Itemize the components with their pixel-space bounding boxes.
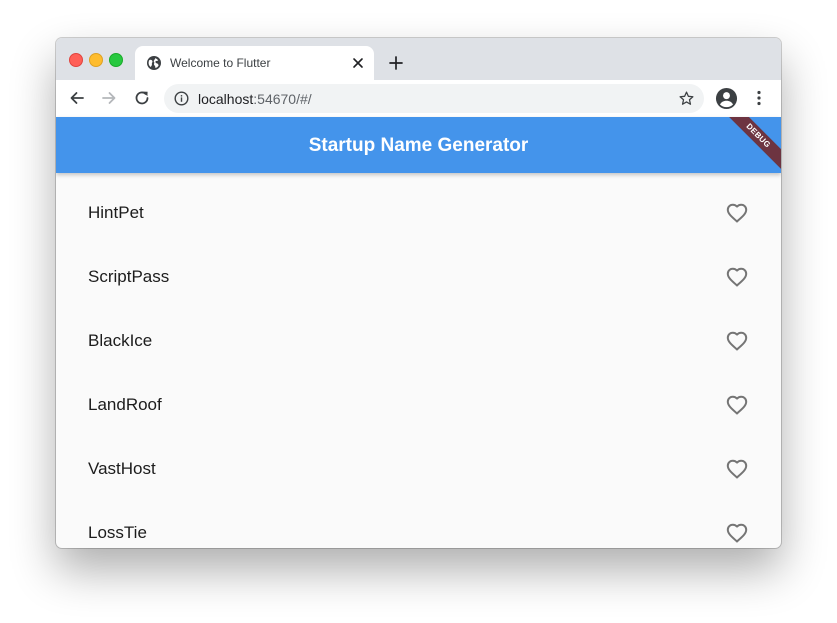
browser-toolbar: localhost:54670/#/ bbox=[56, 80, 781, 118]
list-item-label: LandRoof bbox=[88, 395, 162, 414]
tab-strip: Welcome to Flutter bbox=[56, 38, 781, 80]
list-item[interactable]: ScriptPass bbox=[56, 245, 781, 309]
globe-icon bbox=[147, 56, 161, 70]
url-text: localhost:54670/#/ bbox=[198, 91, 312, 107]
list-item-label: BlackIce bbox=[88, 331, 153, 350]
list-item[interactable]: LossTie bbox=[56, 501, 781, 548]
tab-title: Welcome to Flutter bbox=[170, 56, 271, 70]
name-list: HintPet ScriptPass BlackIce LandRoof Vas… bbox=[56, 173, 781, 548]
close-icon[interactable] bbox=[350, 55, 366, 71]
heart-icon[interactable] bbox=[725, 201, 749, 225]
list-item-label: LossTie bbox=[88, 523, 147, 542]
menu-dots-icon[interactable] bbox=[750, 89, 768, 107]
list-item[interactable]: BlackIce bbox=[56, 309, 781, 373]
star-icon[interactable] bbox=[678, 90, 695, 107]
reload-icon[interactable] bbox=[133, 89, 151, 107]
list-item[interactable]: LandRoof bbox=[56, 373, 781, 437]
app-bar: Startup Name Generator DEBUG bbox=[56, 117, 781, 173]
browser-window: Welcome to Flutter localhost:54670/#/ St… bbox=[56, 38, 781, 548]
forward-arrow-icon[interactable] bbox=[100, 89, 118, 107]
minimize-window-button[interactable] bbox=[89, 53, 103, 67]
close-window-button[interactable] bbox=[69, 53, 83, 67]
back-arrow-icon[interactable] bbox=[68, 89, 86, 107]
tab-welcome-to-flutter[interactable]: Welcome to Flutter bbox=[135, 46, 374, 80]
list-item-label: ScriptPass bbox=[88, 267, 170, 286]
list-item-label: VastHost bbox=[88, 459, 156, 478]
url-path: :54670/#/ bbox=[253, 91, 312, 107]
info-icon[interactable] bbox=[174, 91, 189, 106]
list-item[interactable]: VastHost bbox=[56, 437, 781, 501]
heart-icon[interactable] bbox=[725, 265, 749, 289]
heart-icon[interactable] bbox=[725, 521, 749, 545]
profile-icon[interactable] bbox=[715, 87, 738, 110]
heart-icon[interactable] bbox=[725, 329, 749, 353]
list-item[interactable]: HintPet bbox=[56, 181, 781, 245]
page-title: Startup Name Generator bbox=[308, 135, 529, 156]
plus-icon[interactable] bbox=[387, 54, 405, 72]
heart-icon[interactable] bbox=[725, 457, 749, 481]
heart-icon[interactable] bbox=[725, 393, 749, 417]
maximize-window-button[interactable] bbox=[109, 53, 123, 67]
url-host: localhost bbox=[198, 91, 254, 107]
list-item-label: HintPet bbox=[88, 203, 144, 222]
address-bar[interactable]: localhost:54670/#/ bbox=[164, 84, 704, 113]
